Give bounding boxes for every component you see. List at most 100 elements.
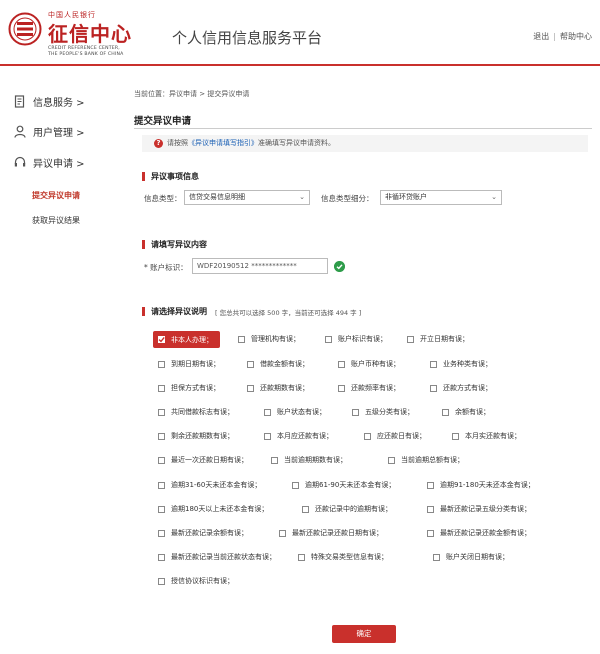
reason-label: 特殊交易类型信息有误； bbox=[311, 553, 388, 561]
reason-checkbox[interactable]: 还款记录中的逾期有误； bbox=[302, 502, 392, 516]
checkbox-icon bbox=[264, 432, 271, 440]
reason-checkbox[interactable]: 当前逾期总额有误； bbox=[388, 453, 464, 467]
reason-checkbox[interactable]: 账户币种有误； bbox=[338, 357, 400, 371]
checkbox-icon bbox=[407, 335, 414, 343]
reason-label: 账户标识有误； bbox=[338, 335, 387, 343]
reason-checkbox[interactable]: 账户状态有误； bbox=[264, 405, 326, 419]
reason-checkbox[interactable]: 应还款日有误； bbox=[364, 429, 426, 443]
reason-checkbox[interactable]: 最近一次还款日期有误； bbox=[158, 453, 248, 467]
reason-checkbox[interactable]: 余额有误； bbox=[442, 405, 490, 419]
sidebar-item-dispute-application[interactable]: 异议申请 > bbox=[14, 155, 85, 170]
reason-checkbox[interactable]: 最新还款记录五级分类有误； bbox=[427, 502, 531, 516]
reason-label: 五级分类有误； bbox=[365, 408, 414, 416]
checkbox-icon bbox=[247, 384, 254, 392]
logo-english-line2: THE PEOPLE'S BANK OF CHINA bbox=[48, 52, 124, 57]
section-title: 异议事项信息 bbox=[151, 172, 199, 181]
checkbox-icon bbox=[158, 577, 165, 585]
help-center-link[interactable]: 帮助中心 bbox=[560, 32, 592, 41]
reason-checkbox[interactable]: 逾期180天以上未还本金有误； bbox=[158, 502, 268, 516]
reason-label: 本月应还款有误； bbox=[277, 432, 333, 440]
reason-checkbox[interactable]: 到期日期有误； bbox=[158, 357, 220, 371]
reason-checkbox[interactable]: 授信协议标识有误； bbox=[158, 574, 234, 588]
sidebar-subitem-submit-dispute[interactable]: 提交异议申请 bbox=[32, 190, 80, 201]
notice-bar: ? 请按照《异议申请填写指引》准确填写异议申请资料。 bbox=[142, 135, 588, 152]
checkbox-checked-icon bbox=[158, 336, 165, 343]
section-marker bbox=[142, 240, 145, 249]
sidebar-item-info-service[interactable]: 信息服务 > bbox=[14, 94, 85, 109]
checkbox-icon bbox=[388, 456, 395, 464]
checkbox-icon bbox=[338, 384, 345, 392]
logo: 中国人民银行 征信中心 CREDIT REFERENCE CENTER, THE… bbox=[8, 10, 158, 58]
section-marker bbox=[142, 307, 145, 316]
reason-checkbox[interactable]: 剩余还款期数有误； bbox=[158, 429, 234, 443]
reason-checkbox[interactable]: 业务种类有误； bbox=[430, 357, 492, 371]
logout-link[interactable]: 退出 bbox=[533, 32, 549, 41]
sidebar-item-user-management[interactable]: 用户管理 > bbox=[14, 124, 85, 139]
seal-logo-icon bbox=[8, 12, 42, 46]
checkbox-icon bbox=[452, 432, 459, 440]
info-type-value: 信贷交易信息明细 bbox=[189, 193, 245, 201]
reason-checkbox[interactable]: 当前逾期期数有误； bbox=[271, 453, 347, 467]
reason-label: 借款金额有误； bbox=[260, 360, 309, 368]
reason-label: 当前逾期总额有误； bbox=[401, 456, 464, 464]
reason-label: 非本人办理； bbox=[171, 335, 213, 344]
separator: | bbox=[553, 32, 556, 41]
reason-checkbox[interactable]: 逾期31-60天未还本金有误； bbox=[158, 478, 261, 492]
info-subtype-value: 非循环贷账户 bbox=[385, 193, 427, 201]
reason-checkbox[interactable]: 最新还款记录余额有误； bbox=[158, 526, 248, 540]
reason-checkbox[interactable]: 担保方式有误； bbox=[158, 381, 220, 395]
guide-link[interactable]: 《异议申请填写指引》 bbox=[188, 139, 258, 147]
info-type-select[interactable]: 信贷交易信息明细 ⌄ bbox=[184, 190, 310, 205]
submit-button[interactable]: 确定 bbox=[332, 625, 396, 643]
info-subtype-label: 信息类型细分： bbox=[321, 194, 374, 203]
reason-checkbox[interactable]: 共同借款标志有误； bbox=[158, 405, 234, 419]
reason-checkbox[interactable]: 还款频率有误； bbox=[338, 381, 400, 395]
sidebar-subitem-get-result[interactable]: 获取异议结果 bbox=[32, 215, 80, 226]
reason-label: 最新还款记录余额有误； bbox=[171, 529, 248, 537]
reason-checkbox[interactable]: 还款方式有误； bbox=[430, 381, 492, 395]
reason-label: 共同借款标志有误； bbox=[171, 408, 234, 416]
reason-checkbox[interactable]: 最新还款记录还款金额有误； bbox=[427, 526, 531, 540]
reason-label: 逾期91-180天未还本金有误； bbox=[440, 481, 535, 489]
reason-checkbox[interactable]: 借款金额有误； bbox=[247, 357, 309, 371]
checkbox-icon bbox=[298, 553, 305, 561]
checkbox-icon bbox=[158, 456, 165, 464]
question-icon: ? bbox=[154, 138, 163, 148]
checkbox-icon bbox=[158, 553, 165, 561]
reason-checkbox[interactable]: 账户标识有误； bbox=[325, 332, 387, 346]
reason-checkbox[interactable]: 账户关闭日期有误； bbox=[433, 550, 509, 564]
reason-label: 逾期180天以上未还本金有误； bbox=[171, 505, 269, 513]
reason-label: 授信协议标识有误； bbox=[171, 577, 234, 585]
reason-checkbox[interactable]: 还款期数有误； bbox=[247, 381, 309, 395]
reason-label: 应还款日有误； bbox=[377, 432, 426, 440]
account-id-input[interactable]: WDF20190512 ************* bbox=[192, 258, 328, 274]
reason-label: 到期日期有误； bbox=[171, 360, 220, 368]
reason-label: 还款方式有误； bbox=[443, 384, 492, 392]
reason-label: 剩余还款期数有误； bbox=[171, 432, 234, 440]
reason-label: 账户状态有误； bbox=[277, 408, 326, 416]
page-title: 提交异议申请 bbox=[134, 116, 192, 127]
reason-checkbox[interactable]: 最新还款记录还款日期有误； bbox=[279, 526, 383, 540]
reason-checkbox[interactable]: 逾期61-90天未还本金有误； bbox=[292, 478, 395, 492]
reason-label: 账户币种有误； bbox=[351, 360, 400, 368]
reason-checkbox-checked[interactable]: 非本人办理； bbox=[153, 331, 220, 348]
reason-checkbox[interactable]: 最新还款记录当前还款状态有误； bbox=[158, 550, 276, 564]
logo-main-text: 征信中心 bbox=[48, 22, 132, 46]
reason-checkbox[interactable]: 特殊交易类型信息有误； bbox=[298, 550, 388, 564]
reason-checkbox[interactable]: 管理机构有误； bbox=[238, 332, 300, 346]
reason-checkbox[interactable]: 五级分类有误； bbox=[352, 405, 414, 419]
reason-label: 管理机构有误； bbox=[251, 335, 300, 343]
header: 中国人民银行 征信中心 CREDIT REFERENCE CENTER, THE… bbox=[0, 0, 600, 66]
checkbox-icon bbox=[427, 505, 434, 513]
reason-checkbox[interactable]: 本月实还款有误； bbox=[452, 429, 521, 443]
reason-checkbox[interactable]: 开立日期有误； bbox=[407, 332, 469, 346]
reason-checkbox[interactable]: 本月应还款有误； bbox=[264, 429, 333, 443]
checkbox-icon bbox=[427, 481, 434, 489]
checkbox-icon bbox=[364, 432, 371, 440]
checkbox-icon bbox=[238, 335, 245, 343]
reason-checkbox[interactable]: 逾期91-180天未还本金有误； bbox=[427, 478, 535, 492]
info-subtype-select[interactable]: 非循环贷账户 ⌄ bbox=[380, 190, 502, 205]
user-icon bbox=[14, 125, 26, 138]
logo-english-line1: CREDIT REFERENCE CENTER, bbox=[48, 46, 120, 51]
section-dispute-content-heading: 请填写异议内容 bbox=[142, 239, 207, 250]
